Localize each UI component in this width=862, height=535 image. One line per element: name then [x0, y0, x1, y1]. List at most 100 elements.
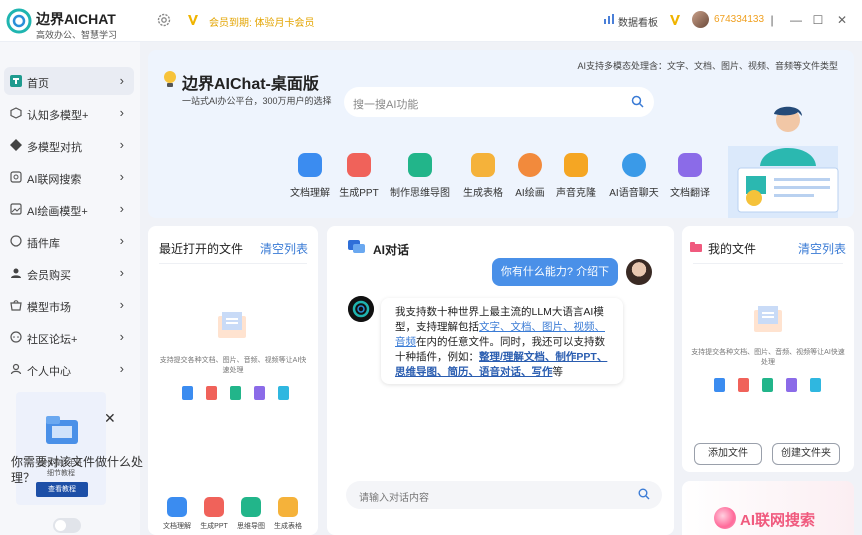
recent-files-title: 最近打开的文件	[159, 242, 244, 256]
chat-input-placeholder: 请输入对话内容	[359, 493, 429, 504]
tool-mind-map[interactable]: 制作思维导图	[390, 153, 450, 201]
home-icon	[10, 75, 22, 87]
recent-support-text: 支持提交各种文档、图片、音频、视频等让AI快速处理	[159, 357, 307, 374]
chevron-right-icon: ›	[119, 137, 124, 152]
file-type-icons	[714, 378, 824, 392]
bot-message-bubble: 我支持数十种世界上最主流的LLM大语言AI模型，支持理解包括文字、文档、图片、视…	[381, 298, 623, 384]
sidebar-item-model-battle[interactable]: 多模型对抗 ›	[4, 131, 134, 159]
table-icon	[278, 497, 298, 517]
dashboard-chart-icon	[604, 14, 614, 24]
pdf-file-icon	[738, 378, 749, 392]
bot-avatar-icon	[348, 296, 374, 322]
recent-files-card: 最近打开的文件 清空列表 支持提交各种文档、图片、音频、视频等让AI快速处理	[148, 226, 318, 535]
chat-title: AI对话	[373, 243, 410, 257]
ppt-icon	[204, 497, 224, 517]
hero-illustration	[728, 106, 839, 218]
sidebar-item-forum[interactable]: 社区论坛+ ›	[4, 323, 134, 351]
sidebar-item-ai-painting[interactable]: AI绘画模型+ ›	[4, 195, 134, 223]
sidebar-item-label: 会员购买	[27, 270, 71, 282]
doc-understanding-icon	[298, 153, 322, 177]
user-chat-avatar	[626, 259, 652, 285]
video-file-icon	[254, 386, 265, 400]
empty-folder-icon	[754, 306, 782, 332]
chat-input[interactable]: 请输入对话内容	[346, 481, 662, 509]
search-icon[interactable]	[631, 95, 644, 108]
image-file-icon	[278, 386, 289, 400]
store-icon	[10, 300, 22, 311]
voice-clone-icon	[564, 153, 588, 177]
chevron-right-icon: ›	[119, 201, 124, 216]
bot-text-3: 等	[552, 366, 564, 378]
user-id[interactable]: 674334133	[714, 14, 764, 25]
chevron-right-icon: ›	[119, 329, 124, 344]
sidebar-item-plugins[interactable]: 插件库 ›	[4, 227, 134, 255]
chat-icon	[10, 331, 22, 343]
doc-file-icon	[714, 378, 725, 392]
action-label: 生成表格	[274, 523, 302, 530]
tool-generate-ppt[interactable]: 生成PPT	[329, 153, 389, 201]
sidebar-item-label: 认知多模型+	[27, 110, 89, 122]
chevron-right-icon: ›	[119, 233, 124, 248]
lightbulb-icon	[164, 71, 176, 87]
hero-caption: AI支持多模态处理含：文字、文档、图片、视频、音频等文件类型	[577, 61, 838, 71]
feature-search-input[interactable]: 搜一搜AI功能	[344, 87, 654, 117]
cube-icon	[10, 107, 22, 119]
user-avatar[interactable]	[692, 11, 709, 28]
vip-badge-icon	[670, 15, 680, 25]
my-files-card: 我的文件 清空列表 支持提交各种文档、图片、音频、视频等让AI快速处理 添加文件…	[682, 226, 854, 472]
person-icon	[10, 363, 22, 375]
sidebar-item-membership[interactable]: 会员购买 ›	[4, 259, 134, 287]
file-type-icons	[182, 386, 292, 400]
chevron-right-icon: ›	[119, 361, 124, 376]
empty-folder-icon	[218, 312, 246, 338]
search-send-icon[interactable]	[638, 488, 650, 500]
sidebar-item-cognitive-models[interactable]: 认知多模型+ ›	[4, 99, 134, 127]
sidebar-item-home[interactable]: 首页 ›	[4, 67, 134, 95]
translate-icon	[678, 153, 702, 177]
my-files-title: 我的文件	[708, 242, 757, 256]
file-action-question: 你需要对该文件做什么处理？	[11, 455, 144, 485]
sidebar-item-label: 个人中心	[27, 366, 71, 378]
table-icon	[471, 153, 495, 177]
files-support-text: 支持提交各种文档、图片、音频、视频等让AI快速处理	[691, 349, 845, 366]
chevron-right-icon: ›	[119, 169, 124, 184]
sidebar-item-personal-center[interactable]: 个人中心 ›	[4, 355, 134, 383]
microphone-icon	[622, 153, 646, 177]
image-file-icon	[810, 378, 821, 392]
sidebar-item-label: 首页	[27, 78, 49, 90]
theme-toggle[interactable]	[53, 518, 81, 533]
sidebar-item-label: 插件库	[27, 238, 60, 250]
sidebar-item-label: AI绘画模型+	[27, 206, 88, 218]
chevron-right-icon: ›	[119, 297, 124, 312]
doc-file-icon	[182, 386, 193, 400]
grid-icon	[10, 139, 22, 151]
hero-panel: 边界AIChat-桌面版 一站式AI办公平台，300万用户的选择 AI支持多模态…	[148, 50, 854, 218]
brand-title: 边界AICHAT	[36, 11, 116, 27]
minimize-icon[interactable]: —	[788, 12, 804, 28]
search-doc-icon	[10, 171, 22, 183]
maximize-icon[interactable]: ☐	[810, 12, 826, 28]
brand-subtitle: 高效办公、智慧学习	[36, 30, 118, 40]
banner-text: AI联网搜索	[740, 512, 816, 529]
sidebar-item-model-market[interactable]: 模型市场 ›	[4, 291, 134, 319]
image-icon	[10, 203, 22, 215]
folder-icon	[690, 242, 702, 252]
divider	[693, 263, 843, 264]
data-board-link[interactable]: 数据看板	[618, 14, 658, 29]
folder-illustration-icon	[46, 416, 78, 444]
member-status[interactable]: 会员到期: 体验月卡会员	[209, 14, 315, 29]
add-file-button[interactable]: 添加文件	[694, 443, 762, 465]
doc-understanding-icon	[167, 497, 187, 517]
chat-bubble-icon	[348, 240, 365, 253]
recent-clear-button[interactable]: 清空列表	[260, 240, 308, 257]
close-icon[interactable]: ✕	[834, 12, 850, 28]
web-search-banner[interactable]: AI联网搜索	[682, 481, 854, 535]
mind-map-icon	[408, 153, 432, 177]
files-clear-button[interactable]: 清空列表	[798, 240, 846, 257]
sidebar-item-web-search[interactable]: AI联网搜索 ›	[4, 163, 134, 191]
create-folder-button[interactable]: 创建文件夹	[772, 443, 840, 465]
app-logo-icon	[6, 8, 32, 34]
settings-gear-icon[interactable]	[156, 12, 172, 28]
sidebar-item-label: 多模型对抗	[27, 142, 82, 154]
chevron-right-icon: ›	[119, 73, 124, 88]
